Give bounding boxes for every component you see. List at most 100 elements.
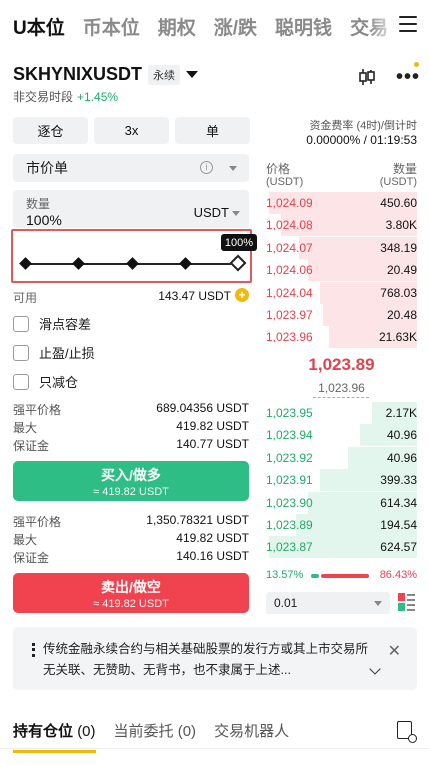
- bid-row[interactable]: 1,023.92 40.96: [266, 446, 417, 469]
- precision-dropdown-icon: [374, 601, 382, 606]
- orderbook-layout-icon[interactable]: [398, 593, 415, 612]
- bid-qty: 2.17K: [385, 406, 417, 420]
- tab-positions-label: 持有仓位: [13, 723, 74, 740]
- ask-row[interactable]: 1,024.04 768.03: [266, 281, 417, 304]
- ask-row[interactable]: 1,024.07 348.19: [266, 236, 417, 259]
- ask-row[interactable]: 1,024.09 450.60: [266, 192, 417, 214]
- leverage-button[interactable]: 3x: [94, 117, 169, 144]
- notice-text: 传统金融永续合约与相关基础股票的发行方或其上市交易所无关联、无赞助、无背书，也不…: [43, 642, 369, 677]
- caret-down-icon: [186, 71, 199, 78]
- ask-row[interactable]: 1,024.08 3.80K: [266, 214, 417, 237]
- ask-row[interactable]: 1,023.97 20.48: [266, 304, 417, 326]
- quantity-value[interactable]: 100%: [26, 212, 62, 228]
- bid-row[interactable]: 1,023.89 194.54: [266, 514, 417, 536]
- ask-row[interactable]: 1,024.06 20.49: [266, 259, 417, 282]
- sell-short-button[interactable]: 卖出/做空 ≈ 419.82 USDT: [13, 573, 249, 613]
- ask-qty: 768.03: [380, 285, 417, 300]
- ask-price: 1,024.07: [266, 240, 313, 255]
- tp-sl-checkbox[interactable]: [13, 344, 29, 361]
- bid-row[interactable]: 1,023.94 40.96: [266, 424, 417, 447]
- bid-price: 1,023.91: [266, 473, 313, 488]
- sell-ratio: 86.43%: [379, 569, 417, 581]
- slippage-checkbox[interactable]: [13, 315, 29, 332]
- order-type-label: 市价单: [26, 160, 68, 176]
- buy-max-row: 最大 419.82 USDT: [13, 419, 249, 436]
- available-value: 143.47 USDT: [158, 289, 231, 303]
- tab-smart-money[interactable]: 聪明钱: [275, 13, 332, 40]
- available-label: 可用: [13, 291, 38, 305]
- buy-button-amount: ≈ 419.82 USDT: [93, 486, 169, 498]
- contract-type-badge: 永续: [148, 64, 181, 85]
- ask-price: 1,024.09: [266, 196, 313, 210]
- tp-sl-option[interactable]: 止盈/止损: [13, 343, 95, 362]
- liq-price-value: 689.04356 USDT: [156, 401, 249, 415]
- mark-price[interactable]: 1,023.96: [266, 381, 417, 395]
- quantity-slider[interactable]: 100%: [11, 229, 257, 283]
- add-funds-icon[interactable]: +: [235, 288, 249, 302]
- price-unit: (USDT): [266, 176, 304, 188]
- unit-dropdown-arrow-icon: [232, 211, 240, 216]
- margin-value: 140.16 USDT: [176, 549, 249, 563]
- slider-step-25[interactable]: [72, 257, 85, 270]
- margin-value: 140.77 USDT: [176, 437, 249, 451]
- tab-up-down[interactable]: 涨/跌: [214, 13, 257, 40]
- order-history-icon[interactable]: [397, 721, 417, 743]
- bid-qty: 399.33: [380, 473, 417, 488]
- bid-row[interactable]: 1,023.95 2.17K: [266, 402, 417, 424]
- buy-button-label: 买入/做多: [101, 467, 161, 483]
- tp-sl-label: 止盈/止损: [39, 346, 95, 361]
- margin-label: 保证金: [13, 551, 50, 565]
- info-icon[interactable]: i: [200, 161, 213, 174]
- liq-price-value: 1,350.78321 USDT: [146, 513, 249, 527]
- slider-handle[interactable]: [229, 254, 247, 272]
- reduce-only-checkbox[interactable]: [13, 373, 29, 390]
- quantity-unit-select[interactable]: USDT: [194, 205, 229, 220]
- sell-ratio-bar: [321, 574, 369, 578]
- sell-liq-price-row: 强平价格 1,350.78321 USDT: [13, 513, 249, 530]
- buy-sell-ratio: 13.57% 86.43%: [266, 569, 417, 583]
- bid-price: 1,023.94: [266, 428, 313, 443]
- mark-price-underline: [313, 397, 369, 398]
- slider-tooltip: 100%: [221, 234, 257, 251]
- tab-coin-m[interactable]: 币本位: [83, 13, 140, 40]
- menu-icon[interactable]: [399, 16, 417, 32]
- slippage-option[interactable]: 滑点容差: [13, 314, 91, 333]
- bid-row[interactable]: 1,023.91 399.33: [266, 469, 417, 492]
- reduce-only-option[interactable]: 只减仓: [13, 372, 78, 391]
- bid-qty: 624.57: [380, 540, 417, 555]
- slider-step-0[interactable]: [19, 257, 32, 270]
- chevron-down-icon[interactable]: [369, 663, 381, 675]
- ask-row[interactable]: 1,023.96 21.63K: [266, 326, 417, 349]
- candlestick-chart-icon[interactable]: [358, 68, 376, 86]
- ask-qty: 20.49: [386, 263, 417, 278]
- tab-open-orders-count: (0): [177, 723, 197, 740]
- funding-rate-value: 0.00000% / 01:19:53: [306, 133, 417, 147]
- bid-row[interactable]: 1,023.87 624.57: [266, 536, 417, 559]
- more-options-icon[interactable]: •••: [396, 66, 420, 89]
- bid-row[interactable]: 1,023.90 614.34: [266, 491, 417, 514]
- margin-mode-button[interactable]: 逐仓: [13, 117, 88, 144]
- orderbook-units: (USDT) (USDT): [266, 176, 417, 188]
- position-mode-button[interactable]: 单: [175, 117, 250, 144]
- tab-open-orders-label: 当前委托: [113, 723, 174, 740]
- max-value: 419.82 USDT: [176, 531, 249, 545]
- slider-step-75[interactable]: [179, 257, 192, 270]
- buy-long-button[interactable]: 买入/做多 ≈ 419.82 USDT: [13, 461, 249, 501]
- notification-dot: [414, 62, 419, 67]
- close-icon[interactable]: ✕: [388, 641, 401, 661]
- margin-label: 保证金: [13, 439, 50, 453]
- symbol-selector[interactable]: SKHYNIXUSDT 永续: [13, 64, 199, 85]
- precision-select[interactable]: 0.01: [266, 592, 390, 614]
- bid-price: 1,023.89: [266, 518, 313, 532]
- tab-options[interactable]: 期权: [158, 13, 196, 40]
- trade-settings-row: 逐仓 3x 单: [13, 117, 250, 144]
- ask-qty: 21.63K: [378, 330, 417, 345]
- tab-usdt-m[interactable]: U本位: [13, 13, 65, 40]
- quantity-input[interactable]: 数量 100% USDT: [13, 190, 249, 228]
- ask-price: 1,024.06: [266, 263, 313, 278]
- symbol-name: SKHYNIXUSDT: [13, 64, 143, 84]
- ask-qty: 20.48: [386, 308, 417, 322]
- slider-step-50[interactable]: [126, 257, 139, 270]
- bid-qty: 614.34: [380, 495, 417, 510]
- order-type-select[interactable]: 市价单 i: [13, 154, 249, 182]
